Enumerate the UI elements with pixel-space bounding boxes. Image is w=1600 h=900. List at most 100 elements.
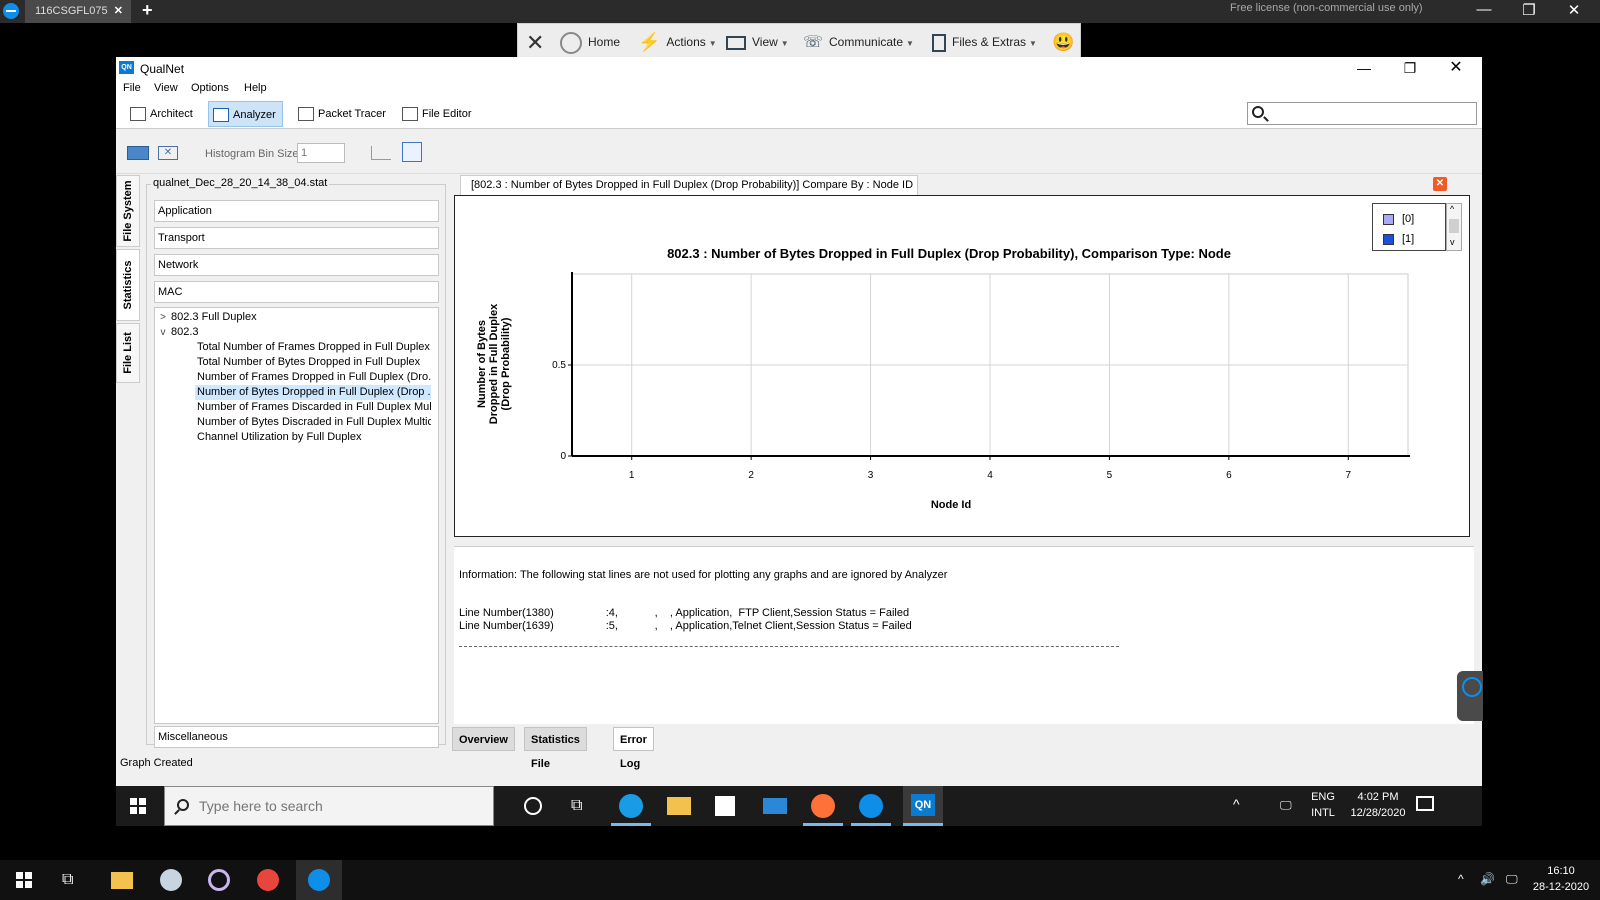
- store-icon[interactable]: [715, 796, 735, 816]
- remote-session-tab[interactable]: 116CSGFL075 ✕: [25, 0, 131, 23]
- firefox-icon[interactable]: [811, 794, 835, 818]
- menu-options[interactable]: Options: [191, 82, 229, 94]
- category-mac[interactable]: MAC: [154, 281, 439, 303]
- histogram-bin-input[interactable]: [297, 143, 345, 163]
- actions-menu[interactable]: ⚡ Actions ▼: [638, 24, 717, 61]
- close-connection-icon[interactable]: ✕: [526, 24, 544, 61]
- taskbar-search-input[interactable]: [199, 798, 479, 814]
- chart-export-button[interactable]: [402, 142, 426, 162]
- menu-help[interactable]: Help: [244, 82, 267, 94]
- legend-item[interactable]: [1]: [1383, 232, 1414, 246]
- app-icon[interactable]: [208, 869, 230, 891]
- language-label: ENG: [1311, 791, 1335, 803]
- chevron-up-icon[interactable]: ^: [1233, 796, 1240, 812]
- histogram-button[interactable]: [371, 142, 395, 162]
- language-indicator[interactable]: ENG INTL: [1308, 791, 1338, 819]
- remote-session-tab-label: 116CSGFL075: [35, 5, 108, 17]
- steam-icon[interactable]: [160, 869, 182, 891]
- tree-node-802-3-full-duplex[interactable]: >802.3 Full Duplex: [155, 310, 437, 325]
- tree-node-label: 802.3: [171, 326, 199, 338]
- close-file-button[interactable]: ✕: [158, 142, 182, 162]
- menu-file[interactable]: File: [123, 82, 141, 94]
- minimize-icon[interactable]: —: [1472, 1, 1496, 18]
- chevron-up-icon[interactable]: ^: [1458, 872, 1464, 886]
- tab-file-list[interactable]: File List: [116, 323, 140, 383]
- legend-scrollbar[interactable]: ^ v: [1446, 203, 1462, 251]
- notifications-icon[interactable]: [1416, 796, 1434, 811]
- qualnet-window: QN QualNet — ❐ ✕ File View Options Help …: [116, 57, 1483, 787]
- task-view-icon[interactable]: ⧉: [571, 794, 595, 818]
- legend-item[interactable]: [0]: [1383, 212, 1414, 226]
- files-extras-menu[interactable]: Files & Extras ▼: [932, 24, 1037, 61]
- tree-leaf[interactable]: Total Number of Bytes Dropped in Full Du…: [195, 355, 431, 370]
- tab-statistics[interactable]: Statistics: [116, 249, 140, 321]
- close-icon[interactable]: ✕: [1562, 1, 1586, 19]
- chevron-down-icon[interactable]: v: [1450, 237, 1455, 247]
- category-miscellaneous[interactable]: Miscellaneous: [154, 726, 439, 748]
- architect-button[interactable]: Architect: [126, 101, 199, 127]
- category-network[interactable]: Network: [154, 254, 439, 276]
- tree-leaf-selected[interactable]: Number of Bytes Dropped in Full Duplex (…: [195, 385, 431, 400]
- communicate-menu[interactable]: ☏ Communicate ▼: [803, 24, 914, 61]
- windows-start-icon[interactable]: [130, 798, 146, 814]
- tab-overview[interactable]: Overview: [452, 727, 515, 751]
- windows-start-icon[interactable]: [16, 872, 32, 888]
- teamviewer-logo-icon: [3, 3, 19, 19]
- smiley-icon[interactable]: 😃: [1052, 24, 1074, 61]
- info-divider: [459, 646, 1119, 647]
- view-menu[interactable]: View ▼: [726, 24, 789, 61]
- category-transport[interactable]: Transport: [154, 227, 439, 249]
- file-editor-button[interactable]: File Editor: [398, 101, 478, 127]
- tab-error-log[interactable]: Error Log: [613, 727, 654, 770]
- teamviewer-side-handle[interactable]: [1457, 671, 1483, 721]
- qualnet-active-indicator: [903, 823, 943, 826]
- tree-node-802-3[interactable]: v 802.3: [155, 325, 437, 340]
- tree-leaf[interactable]: Total Number of Frames Dropped in Full D…: [195, 340, 431, 355]
- teamviewer-icon[interactable]: [859, 794, 883, 818]
- task-view-icon[interactable]: ⧉: [62, 869, 84, 891]
- tree-leaf[interactable]: Number of Frames Dropped in Full Duplex …: [195, 370, 431, 385]
- file-explorer-icon[interactable]: [667, 797, 691, 815]
- lightning-icon: ⚡: [638, 32, 661, 53]
- search-box[interactable]: [1247, 102, 1477, 125]
- tree-leaf[interactable]: Number of Frames Discarded in Full Duple…: [195, 400, 431, 415]
- edge-icon[interactable]: [619, 794, 643, 818]
- menu-view[interactable]: View: [154, 82, 178, 94]
- network-icon[interactable]: 🖵: [1280, 798, 1292, 813]
- file-explorer-icon[interactable]: [111, 872, 133, 889]
- minimize-icon[interactable]: —: [1341, 57, 1387, 81]
- restore-icon[interactable]: ❐: [1517, 1, 1541, 19]
- chrome-icon[interactable]: [257, 869, 279, 891]
- analyzer-button[interactable]: Analyzer: [208, 101, 283, 127]
- qualnet-taskbar-button[interactable]: QN: [903, 786, 943, 826]
- close-icon[interactable]: ✕: [1433, 57, 1479, 81]
- host-clock[interactable]: 16:10 28-12-2020: [1528, 865, 1594, 893]
- x-axis-label: Node Id: [931, 499, 971, 511]
- volume-icon[interactable]: 🔊: [1480, 872, 1495, 886]
- network-icon[interactable]: 🖵: [1506, 872, 1518, 887]
- teamviewer-taskbar-button[interactable]: [296, 860, 342, 900]
- tree-leaf[interactable]: Channel Utilization by Full Duplex: [195, 430, 431, 445]
- view-label: View: [752, 35, 778, 49]
- close-session-icon[interactable]: ✕: [114, 0, 123, 23]
- tab-statistics-file[interactable]: Statistics File: [524, 727, 587, 770]
- restore-icon[interactable]: ❐: [1387, 57, 1433, 81]
- close-graph-icon[interactable]: ✕: [1433, 177, 1447, 191]
- scroll-thumb[interactable]: [1449, 219, 1459, 233]
- new-session-icon[interactable]: +: [142, 0, 153, 20]
- license-notice: Free license (non-commercial use only): [1230, 2, 1423, 14]
- mail-icon[interactable]: [763, 798, 787, 814]
- tree-leaf[interactable]: Number of Bytes Discraded in Full Duplex…: [195, 415, 431, 430]
- graph-tab[interactable]: [802.3 : Number of Bytes Dropped in Full…: [460, 175, 918, 195]
- chevron-up-icon[interactable]: ^: [1450, 204, 1454, 214]
- cortana-icon[interactable]: [524, 797, 542, 815]
- packet-tracer-button[interactable]: Packet Tracer: [294, 101, 392, 127]
- tab-file-system[interactable]: File System: [116, 175, 140, 247]
- open-folder-button[interactable]: [127, 142, 151, 162]
- taskbar-search[interactable]: [164, 786, 494, 826]
- perspective-bar: Architect Analyzer Packet Tracer File Ed…: [116, 99, 1482, 129]
- home-button[interactable]: Home: [560, 24, 620, 61]
- category-application[interactable]: Application: [154, 200, 439, 222]
- clock[interactable]: 4:02 PM 12/28/2020: [1344, 791, 1412, 819]
- search-input[interactable]: [1272, 105, 1472, 122]
